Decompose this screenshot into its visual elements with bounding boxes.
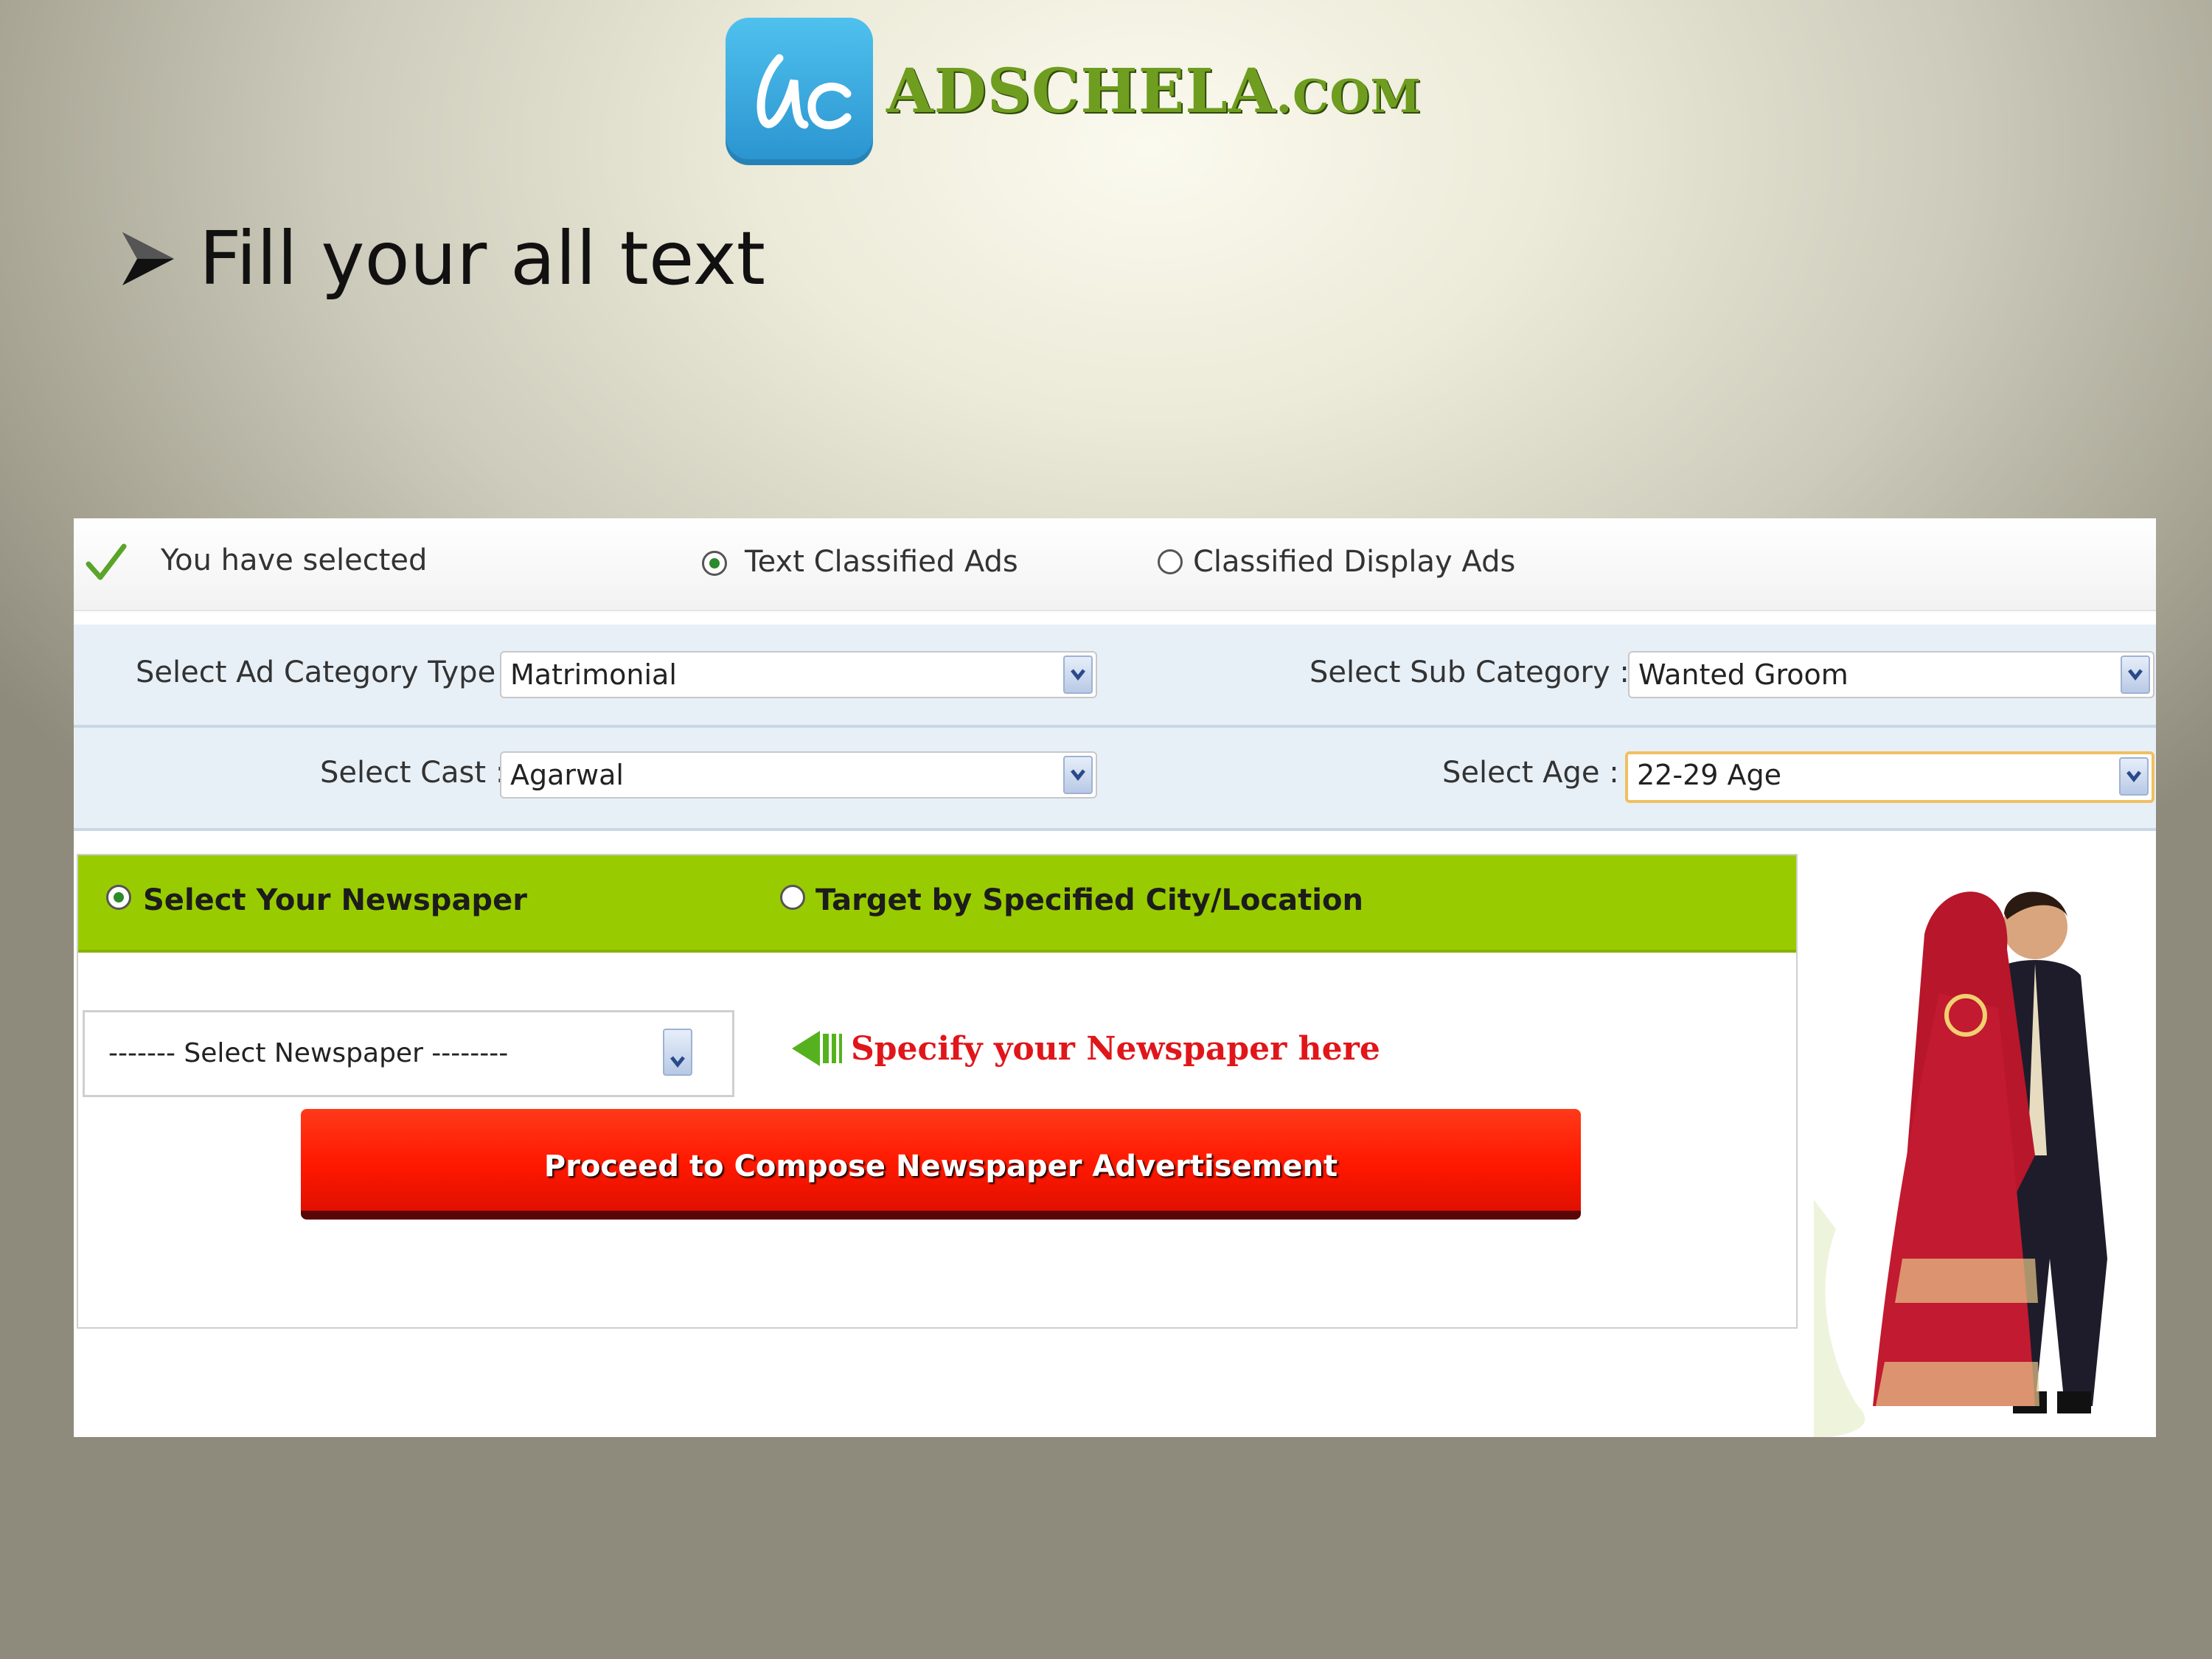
ad-form-panel: You have selected Text Classified Ads Cl…	[74, 518, 2156, 1437]
ad-category-select[interactable]: Matrimonial	[500, 651, 1097, 698]
newspaper-hint: Specify your Newspaper here	[790, 1026, 1380, 1071]
cast-select[interactable]: Agarwal	[500, 751, 1097, 799]
newspaper-select[interactable]: ------- Select Newspaper --------	[83, 1010, 734, 1097]
text-classified-label[interactable]: Text Classified Ads	[745, 545, 1018, 579]
ad-type-row: You have selected Text Classified Ads Cl…	[74, 518, 2156, 611]
select-newspaper-option-label[interactable]: Select Your Newspaper	[143, 883, 527, 917]
chevron-down-icon[interactable]	[2121, 655, 2150, 694]
ac-logo-icon	[726, 18, 873, 165]
radio-target-city[interactable]	[780, 885, 805, 910]
sub-category-select[interactable]: Wanted Groom	[1628, 651, 2154, 698]
you-have-selected-label: You have selected	[161, 543, 428, 577]
newspaper-target-box: Select Your Newspaper Target by Specifie…	[77, 854, 1798, 1329]
chevron-down-icon[interactable]	[1063, 756, 1093, 794]
age-select[interactable]: 22-29 Age	[1625, 751, 2154, 803]
heading-text: Fill your all text	[199, 215, 766, 302]
radio-classified-display[interactable]	[1158, 549, 1183, 574]
ad-category-label: Select Ad Category Type :	[136, 655, 515, 689]
target-option-bar: Select Your Newspaper Target by Specifie…	[78, 855, 1796, 953]
chevron-down-icon[interactable]	[663, 1029, 692, 1076]
adschela-logo: ADSCHELA.COM	[726, 18, 1422, 165]
sub-category-label: Select Sub Category :	[1310, 655, 1630, 689]
chevron-down-icon[interactable]	[1063, 655, 1093, 694]
cast-age-row: Select Cast : Agarwal Select Age : 22-29…	[74, 728, 2156, 831]
arrow-bullet-icon	[122, 232, 174, 285]
category-row: Select Ad Category Type : Matrimonial Se…	[74, 625, 2156, 728]
target-city-option-label[interactable]: Target by Specified City/Location	[815, 883, 1363, 917]
logo-wordmark: ADSCHELA.COM	[886, 56, 1422, 127]
radio-select-newspaper[interactable]	[106, 885, 131, 910]
classified-display-label[interactable]: Classified Display Ads	[1193, 545, 1515, 579]
green-arrow-icon	[792, 1031, 842, 1066]
radio-text-classified[interactable]	[702, 551, 727, 576]
slide-heading: Fill your all text	[118, 215, 765, 302]
chevron-down-icon[interactable]	[2119, 757, 2149, 796]
cast-label: Select Cast :	[320, 756, 506, 790]
check-icon	[86, 543, 127, 580]
proceed-button[interactable]: Proceed to Compose Newspaper Advertiseme…	[301, 1109, 1581, 1220]
age-label: Select Age :	[1442, 756, 1619, 790]
couple-illustration	[1814, 846, 2156, 1437]
